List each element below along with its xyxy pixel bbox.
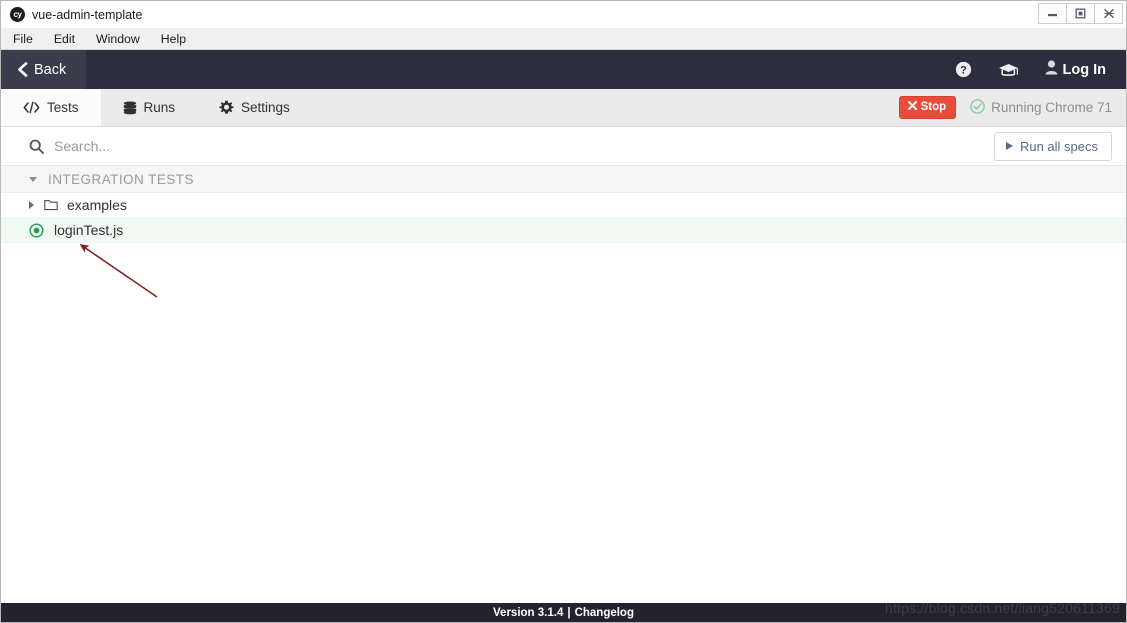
footer-changelog-link[interactable]: Changelog bbox=[575, 607, 634, 619]
play-icon bbox=[1005, 142, 1013, 150]
tab-tests[interactable]: Tests bbox=[1, 89, 101, 126]
search-row: Run all specs bbox=[1, 127, 1126, 166]
app-header: Back ? Log In bbox=[1, 50, 1126, 89]
tab-tests-label: Tests bbox=[47, 100, 79, 115]
folder-icon bbox=[44, 199, 58, 211]
app-window: cy vue-admin-template File Edit Window H… bbox=[0, 0, 1127, 623]
chevron-left-icon bbox=[17, 62, 28, 77]
run-all-specs-label: Run all specs bbox=[1019, 138, 1098, 154]
run-all-specs-button[interactable]: Run all specs bbox=[993, 131, 1112, 161]
login-button[interactable]: Log In bbox=[1045, 60, 1107, 79]
footer-separator: | bbox=[567, 606, 571, 619]
run-status-dot-icon bbox=[29, 222, 44, 238]
back-button-label: Back bbox=[34, 61, 67, 78]
menu-item-help[interactable]: Help bbox=[161, 33, 186, 46]
gear-icon bbox=[219, 100, 234, 115]
spec-folder-label: examples bbox=[67, 197, 127, 213]
window-titlebar: cy vue-admin-template bbox=[1, 1, 1126, 29]
close-x-icon bbox=[907, 101, 917, 113]
search-input[interactable] bbox=[54, 138, 354, 154]
user-icon bbox=[1045, 60, 1058, 79]
header-actions: ? Log In bbox=[955, 50, 1127, 89]
maximize-button[interactable] bbox=[1066, 3, 1095, 24]
window-title: vue-admin-template bbox=[32, 7, 143, 22]
tab-bar-actions: Stop Running Chrome 71 bbox=[898, 89, 1126, 126]
menu-item-window[interactable]: Window bbox=[96, 33, 140, 46]
menu-item-edit[interactable]: Edit bbox=[54, 33, 75, 46]
tab-runs[interactable]: Runs bbox=[101, 89, 198, 126]
caret-right-icon bbox=[29, 201, 34, 209]
browser-status-label: Running Chrome 71 bbox=[991, 100, 1112, 115]
svg-text:?: ? bbox=[960, 65, 967, 77]
spec-item-label: loginTest.js bbox=[54, 222, 124, 238]
stop-button[interactable]: Stop bbox=[898, 96, 957, 119]
tab-settings[interactable]: Settings bbox=[197, 89, 312, 126]
titlebar-left-group: cy vue-admin-template bbox=[1, 7, 142, 22]
window-controls bbox=[1038, 3, 1123, 25]
tab-runs-label: Runs bbox=[143, 100, 176, 115]
menubar: File Edit Window Help bbox=[1, 29, 1126, 50]
cypress-logo-icon: cy bbox=[10, 7, 25, 22]
back-button[interactable]: Back bbox=[1, 50, 87, 89]
close-button[interactable] bbox=[1094, 3, 1123, 24]
check-circle-icon bbox=[970, 98, 986, 117]
menu-item-file[interactable]: File bbox=[13, 33, 33, 46]
tab-settings-label: Settings bbox=[241, 100, 290, 115]
minimize-button[interactable] bbox=[1038, 3, 1067, 24]
question-circle-icon[interactable]: ? bbox=[955, 61, 972, 78]
graduation-cap-icon[interactable] bbox=[998, 62, 1019, 78]
spec-group-header-integration-tests[interactable]: INTEGRATION TESTS bbox=[1, 166, 1126, 193]
login-button-label: Log In bbox=[1062, 61, 1107, 78]
browser-status[interactable]: Running Chrome 71 bbox=[970, 98, 1112, 117]
search-field-wrapper[interactable] bbox=[1, 138, 994, 154]
spec-item-logintest[interactable]: loginTest.js bbox=[1, 218, 1126, 243]
app-footer: Version 3.1.4 | Changelog bbox=[1, 603, 1126, 622]
spec-group-label: INTEGRATION TESTS bbox=[48, 171, 194, 187]
tab-group: Tests Runs Settings bbox=[1, 89, 312, 126]
database-icon bbox=[123, 101, 137, 115]
spec-folder-examples[interactable]: examples bbox=[1, 193, 1126, 218]
tab-bar: Tests Runs Settings Stop Running Chrome … bbox=[1, 89, 1126, 127]
stop-button-label: Stop bbox=[920, 101, 947, 113]
spec-list: INTEGRATION TESTS examples loginTest.js bbox=[1, 166, 1126, 603]
footer-version-label: Version 3.1.4 bbox=[493, 606, 564, 619]
search-icon bbox=[29, 139, 44, 154]
code-icon bbox=[23, 101, 40, 114]
caret-down-icon bbox=[29, 176, 37, 182]
